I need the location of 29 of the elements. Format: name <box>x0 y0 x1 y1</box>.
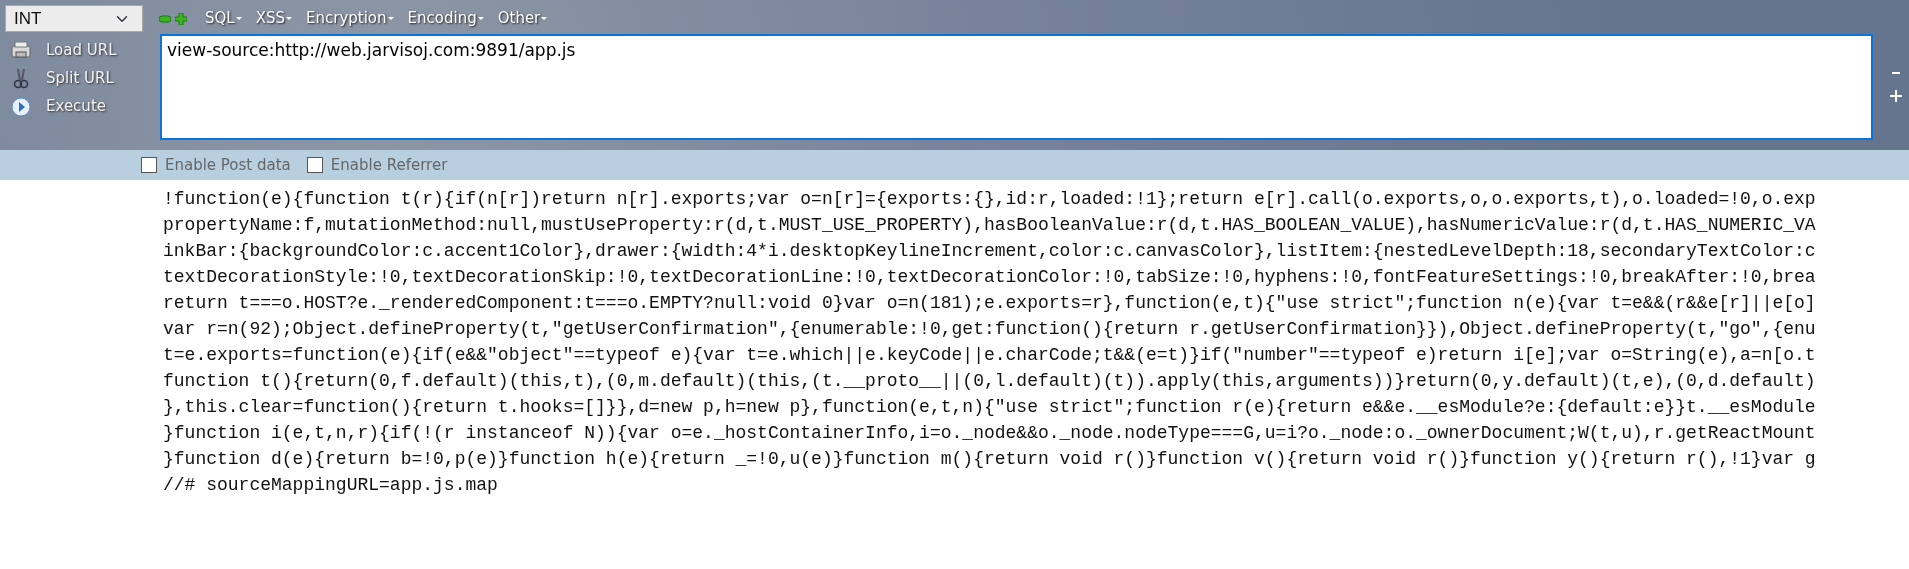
plus-icon[interactable] <box>1890 90 1902 102</box>
printer-icon <box>10 39 32 61</box>
action-button[interactable]: Load URL <box>46 36 117 64</box>
code-line: var r=n(92);Object.defineProperty(t,"getUserConfirmation",{enumerable:!0,get:function(){return r.getUserConfirmation}}),Object.defineProperty(t,"go",{enu <box>163 318 1817 341</box>
code-line: //# sourceMappingURL=app.js.map <box>163 474 499 497</box>
code-line: t=e.exports=function(e){if(e&&"object"==typeof e){var t=e.which||e.keyCode||e.charCode;t&&(e=t)}if("number"==typeof e)return i[e];var o=String(e),a=n[o.t <box>163 344 1817 367</box>
checkbox-label: Enable Referrer <box>330 154 448 176</box>
action-button[interactable]: Execute <box>46 92 106 120</box>
checkbox[interactable] <box>306 157 323 173</box>
url-field[interactable]: view-source:http://web.jarvisoj.com:9891/app.js <box>160 34 1873 140</box>
code-line: },this.clear=function(){return t.hooks=[]}},d=new p,h=new p},function(e,t,n){"use strict";function r(e){return e&&e.__esModule?e:{default:e}}t.__esModule <box>163 396 1817 419</box>
action-button[interactable]: Split URL <box>46 64 114 92</box>
menu-button[interactable]: Encryption <box>304 7 396 30</box>
checkbox-label: Enable Post data <box>165 154 291 176</box>
menu-button[interactable]: Encoding <box>405 7 486 30</box>
code-line: }function d(e){return b=!0,p(e)}function h(e){return _=!0,u(e)}function m(){return void r()}function v(){return void r()}function y(){return r(),!1}var g <box>163 448 1817 471</box>
code-line: propertyName:f,mutationMethod:null,mustUseProperty:r(d,t.MUST_USE_PROPERTY),hasBooleanValue:r(d,t.HAS_BOOLEAN_VALUE),hasNumericValue:r(d,t.HAS_NUMERIC_VA <box>163 214 1817 237</box>
play-icon <box>10 95 32 117</box>
code-line: !function(e){function t(r){if(n[r])return n[r].exports;var o=n[r]={exports:{},id:r,loaded:!1};return e[r].call(o.exports,o,o.exports,t),o.loaded=!0,o.exp <box>163 188 1817 211</box>
code-line: function t(){return(0,f.default)(this,t),(0,m.default)(this,(t.__proto__||(0,l.default)(t)).apply(this,arguments))}return(0,y.default)(t,e),(0,d.default) <box>163 370 1817 393</box>
menu-button[interactable]: Other <box>495 7 550 30</box>
menu-button[interactable]: XSS <box>253 7 294 30</box>
menu-button[interactable]: SQL <box>203 7 244 30</box>
mode-select[interactable]: INT <box>5 5 143 32</box>
checkbox[interactable] <box>141 157 157 173</box>
code-line: inkBar:{backgroundColor:c.accent1Color},drawer:{width:4*i.desktopKeylineIncrement,color:c.canvasColor},listItem:{nestedLevelDepth:18,secondaryTextColor:c <box>163 240 1817 263</box>
code-line: textDecorationStyle:!0,textDecorationSkip:!0,textDecorationLine:!0,textDecorationColor:!0,tabSize:!0,hyphens:!0,fontFeatureSettings:!0,breakAfter:!0,brea <box>163 266 1817 289</box>
code-line: }function i(e,t,n,r){if(!(r instanceof N)){var o=e._hostContainerInfo,i=o._node&&o._node.nodeType===G,u=i?o._node:o._ownerDocument;W(t,u),r.getReactMount <box>163 422 1817 445</box>
code-line: return t===o.HOST?e._renderedComponent:t===o.EMPTY?null:void 0}var o=n(181);e.exports=r},function(e,t){"use strict";function n(e){var t=e&&(r&&e[r]||e[o] <box>163 292 1817 315</box>
